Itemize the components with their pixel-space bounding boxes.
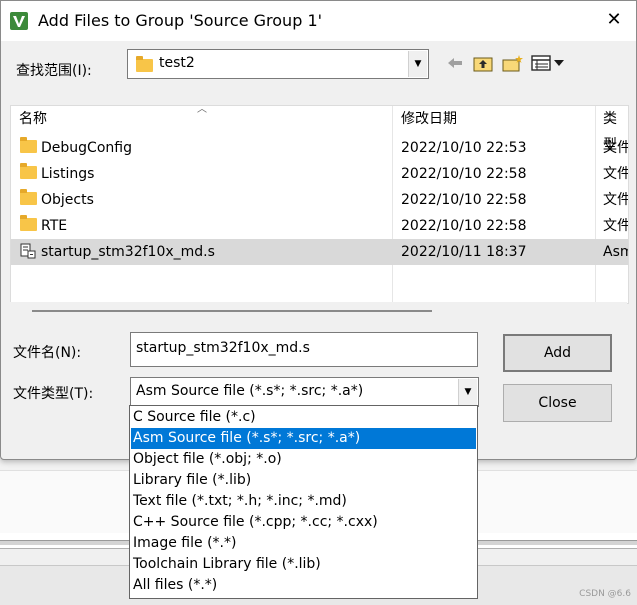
folder-icon — [20, 189, 37, 205]
sort-up-icon: ︿ — [197, 105, 207, 115]
dropdown-option[interactable]: Library file (*.lib) — [131, 470, 476, 491]
filename-label: 文件名(N): — [13, 345, 82, 361]
add-button[interactable]: Add — [503, 334, 612, 372]
file-type: 文件夹 — [603, 218, 628, 234]
file-type: 文件夹 — [603, 192, 628, 208]
file-name: RTE — [41, 218, 68, 234]
folder-icon — [136, 56, 153, 72]
title-bar[interactable]: Add Files to Group 'Source Group 1' ✕ — [1, 1, 636, 41]
back-arrow-icon[interactable] — [446, 54, 464, 72]
list-item[interactable]: Objects 2022/10/10 22:58 文件夹 — [11, 187, 628, 213]
dialog-title: Add Files to Group 'Source Group 1' — [38, 11, 323, 30]
close-button[interactable]: Close — [503, 384, 612, 422]
list-item[interactable]: Listings 2022/10/10 22:58 文件夹 — [11, 161, 628, 187]
filetype-select[interactable]: Asm Source file (*.s*; *.src; *.a*) ▼ — [130, 377, 479, 407]
file-date: 2022/10/10 22:58 — [401, 192, 527, 208]
folder-icon — [20, 137, 37, 153]
filename-input[interactable]: startup_stm32f10x_md.s — [130, 332, 478, 367]
dropdown-option[interactable]: C++ Source file (*.cpp; *.cc; *.cxx) — [131, 512, 476, 533]
new-folder-icon[interactable] — [502, 54, 524, 72]
dropdown-option[interactable]: All files (*.*) — [131, 575, 476, 596]
dropdown-option[interactable]: C Source file (*.c) — [131, 407, 476, 428]
look-in-value: test2 — [159, 55, 195, 71]
asm-file-icon — [20, 243, 36, 259]
chevron-down-icon[interactable]: ▼ — [458, 379, 477, 405]
up-folder-icon[interactable] — [473, 54, 493, 72]
look-in-combo[interactable]: test2 ▼ — [127, 49, 429, 79]
file-name: Listings — [41, 166, 95, 182]
dropdown-option[interactable]: Text file (*.txt; *.h; *.inc; *.md) — [131, 491, 476, 512]
column-header-type[interactable]: 类型 — [603, 106, 628, 153]
file-date: 2022/10/10 22:58 — [401, 166, 527, 182]
add-files-dialog: Add Files to Group 'Source Group 1' ✕ 查找… — [0, 0, 637, 460]
horizontal-scrollbar[interactable] — [10, 302, 627, 320]
folder-icon — [20, 215, 37, 231]
file-name: DebugConfig — [41, 140, 132, 156]
file-name: Objects — [41, 192, 94, 208]
keil-app-icon — [10, 12, 28, 30]
column-header-date[interactable]: 修改日期 — [401, 106, 457, 132]
file-type: Asm — [603, 244, 628, 260]
file-type: 文件夹 — [603, 166, 628, 182]
folder-icon — [20, 163, 37, 179]
file-list[interactable]: ︿ 名称 修改日期 类型 DebugConfig 2022/10/10 22:5… — [10, 105, 629, 304]
scrollbar-thumb[interactable] — [32, 310, 432, 312]
file-date: 2022/10/11 18:37 — [401, 244, 527, 260]
list-item[interactable]: DebugConfig 2022/10/10 22:53 文件夹 — [11, 135, 628, 161]
dropdown-option[interactable]: Toolchain Library file (*.lib) — [131, 554, 476, 575]
filetype-dropdown-list[interactable]: C Source file (*.c) Asm Source file (*.s… — [129, 405, 478, 599]
watermark: CSDN @6.6 — [579, 589, 631, 599]
chevron-down-icon[interactable]: ▼ — [408, 51, 427, 77]
list-item-selected[interactable]: startup_stm32f10x_md.s 2022/10/11 18:37 … — [11, 239, 628, 265]
column-header-name[interactable]: 名称 — [19, 106, 47, 132]
view-menu-icon[interactable] — [531, 54, 567, 72]
file-date: 2022/10/10 22:58 — [401, 218, 527, 234]
list-item[interactable]: RTE 2022/10/10 22:58 文件夹 — [11, 213, 628, 239]
file-date: 2022/10/10 22:53 — [401, 140, 527, 156]
filetype-label: 文件类型(T): — [13, 386, 94, 402]
filetype-value: Asm Source file (*.s*; *.src; *.a*) — [136, 383, 364, 399]
file-name: startup_stm32f10x_md.s — [41, 244, 215, 260]
close-icon[interactable]: ✕ — [604, 10, 624, 30]
dropdown-option[interactable]: Image file (*.*) — [131, 533, 476, 554]
look-in-label: 查找范围(I): — [16, 63, 92, 79]
dropdown-option-selected[interactable]: Asm Source file (*.s*; *.src; *.a*) — [131, 428, 476, 449]
file-type: 文件夹 — [603, 140, 628, 156]
dropdown-option[interactable]: Object file (*.obj; *.o) — [131, 449, 476, 470]
